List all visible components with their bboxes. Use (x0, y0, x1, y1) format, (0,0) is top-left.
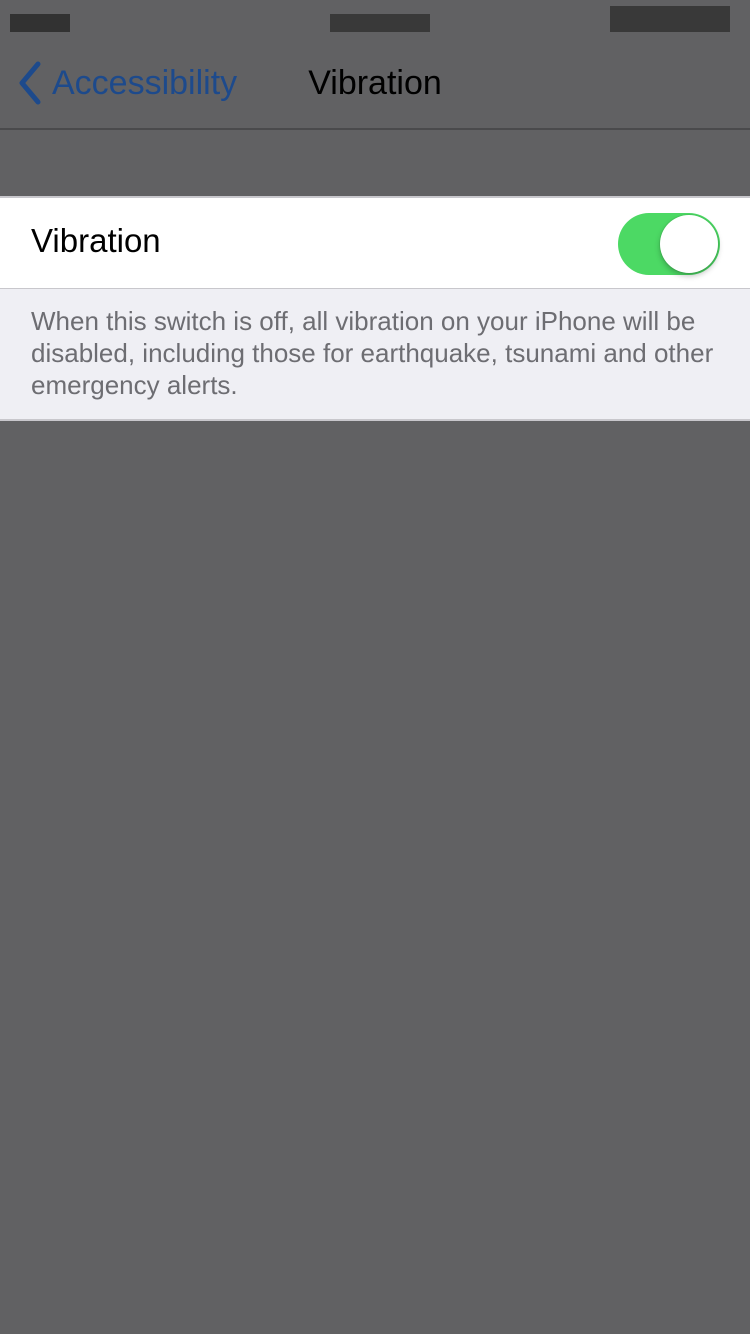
navigation-bar: Accessibility Vibration (0, 40, 750, 130)
page-title: Vibration (308, 64, 442, 102)
status-bar-obscured-carrier (10, 14, 70, 32)
status-bar-obscured-battery (610, 6, 730, 32)
vibration-section: Vibration When this switch is off, all v… (0, 196, 750, 421)
status-bar (0, 0, 750, 40)
vibration-footer-text: When this switch is off, all vibration o… (0, 289, 750, 421)
vibration-toggle[interactable] (618, 213, 720, 275)
vibration-label: Vibration (31, 222, 161, 259)
vibration-row: Vibration (0, 196, 750, 289)
status-bar-obscured-time (330, 14, 430, 32)
toggle-knob (660, 215, 718, 273)
